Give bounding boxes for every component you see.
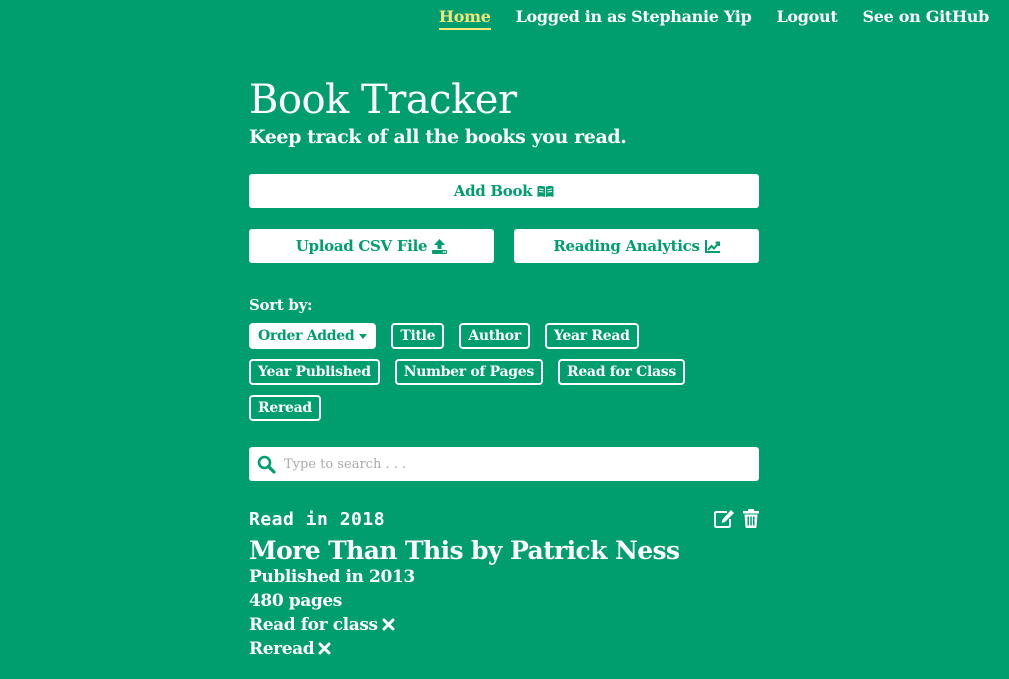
open-book-icon [537,185,554,197]
upload-icon [432,238,448,254]
edit-icon[interactable] [714,509,735,528]
sort-year-published-button[interactable]: Year Published [249,359,380,385]
reading-analytics-label: Reading Analytics [553,237,700,255]
sort-author-button[interactable]: Author [459,323,530,349]
book-title: More Than This by Patrick Ness [249,536,680,565]
sort-title-button[interactable]: Title [391,323,445,349]
sort-options: Order Added Title Author Year Read Year … [249,323,759,431]
reading-analytics-button[interactable]: Reading Analytics [514,229,759,263]
book-reread: Reread [249,637,759,661]
secondary-actions: Upload CSV File Reading Analytics [249,229,759,263]
search-input[interactable] [284,456,744,472]
page-title: Book Tracker [249,77,517,123]
book-read-for-class: Read for class [249,613,759,637]
top-nav: Home Logged in as Stephanie Yip Logout S… [414,7,989,30]
search-bar [249,447,759,481]
book-published: Published in 2013 [249,567,415,587]
sort-number-of-pages-button[interactable]: Number of Pages [394,359,543,385]
book-pages: 480 pages [249,591,342,611]
sort-by-label: Sort by: [249,296,313,314]
x-icon [318,642,331,655]
caret-down-icon [359,333,368,339]
nav-logout-link[interactable]: Logout [776,7,837,30]
sort-order-added-button[interactable]: Order Added [249,323,377,349]
main-content: Book Tracker Keep track of all the books… [249,76,759,679]
sort-order-added-label: Order Added [258,328,355,344]
reread-label: Reread [249,639,315,659]
read-for-class-label: Read for class [249,615,378,635]
search-icon [257,455,276,474]
book-year-read: Read in 2018 [249,509,386,530]
chart-icon [704,239,720,253]
nav-user-link[interactable]: Logged in as Stephanie Yip [516,7,752,30]
nav-github-link[interactable]: See on GitHub [862,7,989,30]
trash-icon[interactable] [743,509,759,528]
sort-reread-button[interactable]: Reread [249,395,321,421]
upload-csv-label: Upload CSV File [295,237,428,255]
add-book-label: Add Book [453,182,533,200]
upload-csv-button[interactable]: Upload CSV File [249,229,494,263]
x-icon [382,618,395,631]
add-book-button[interactable]: Add Book [249,174,759,208]
nav-home-link[interactable]: Home [438,7,491,30]
book-entry: Read in 2018 More Than This by Patrick N… [249,509,759,679]
book-actions [714,509,759,528]
sort-read-for-class-button[interactable]: Read for Class [557,359,685,385]
sort-year-read-button[interactable]: Year Read [544,323,639,349]
page-subtitle: Keep track of all the books you read. [249,126,627,148]
